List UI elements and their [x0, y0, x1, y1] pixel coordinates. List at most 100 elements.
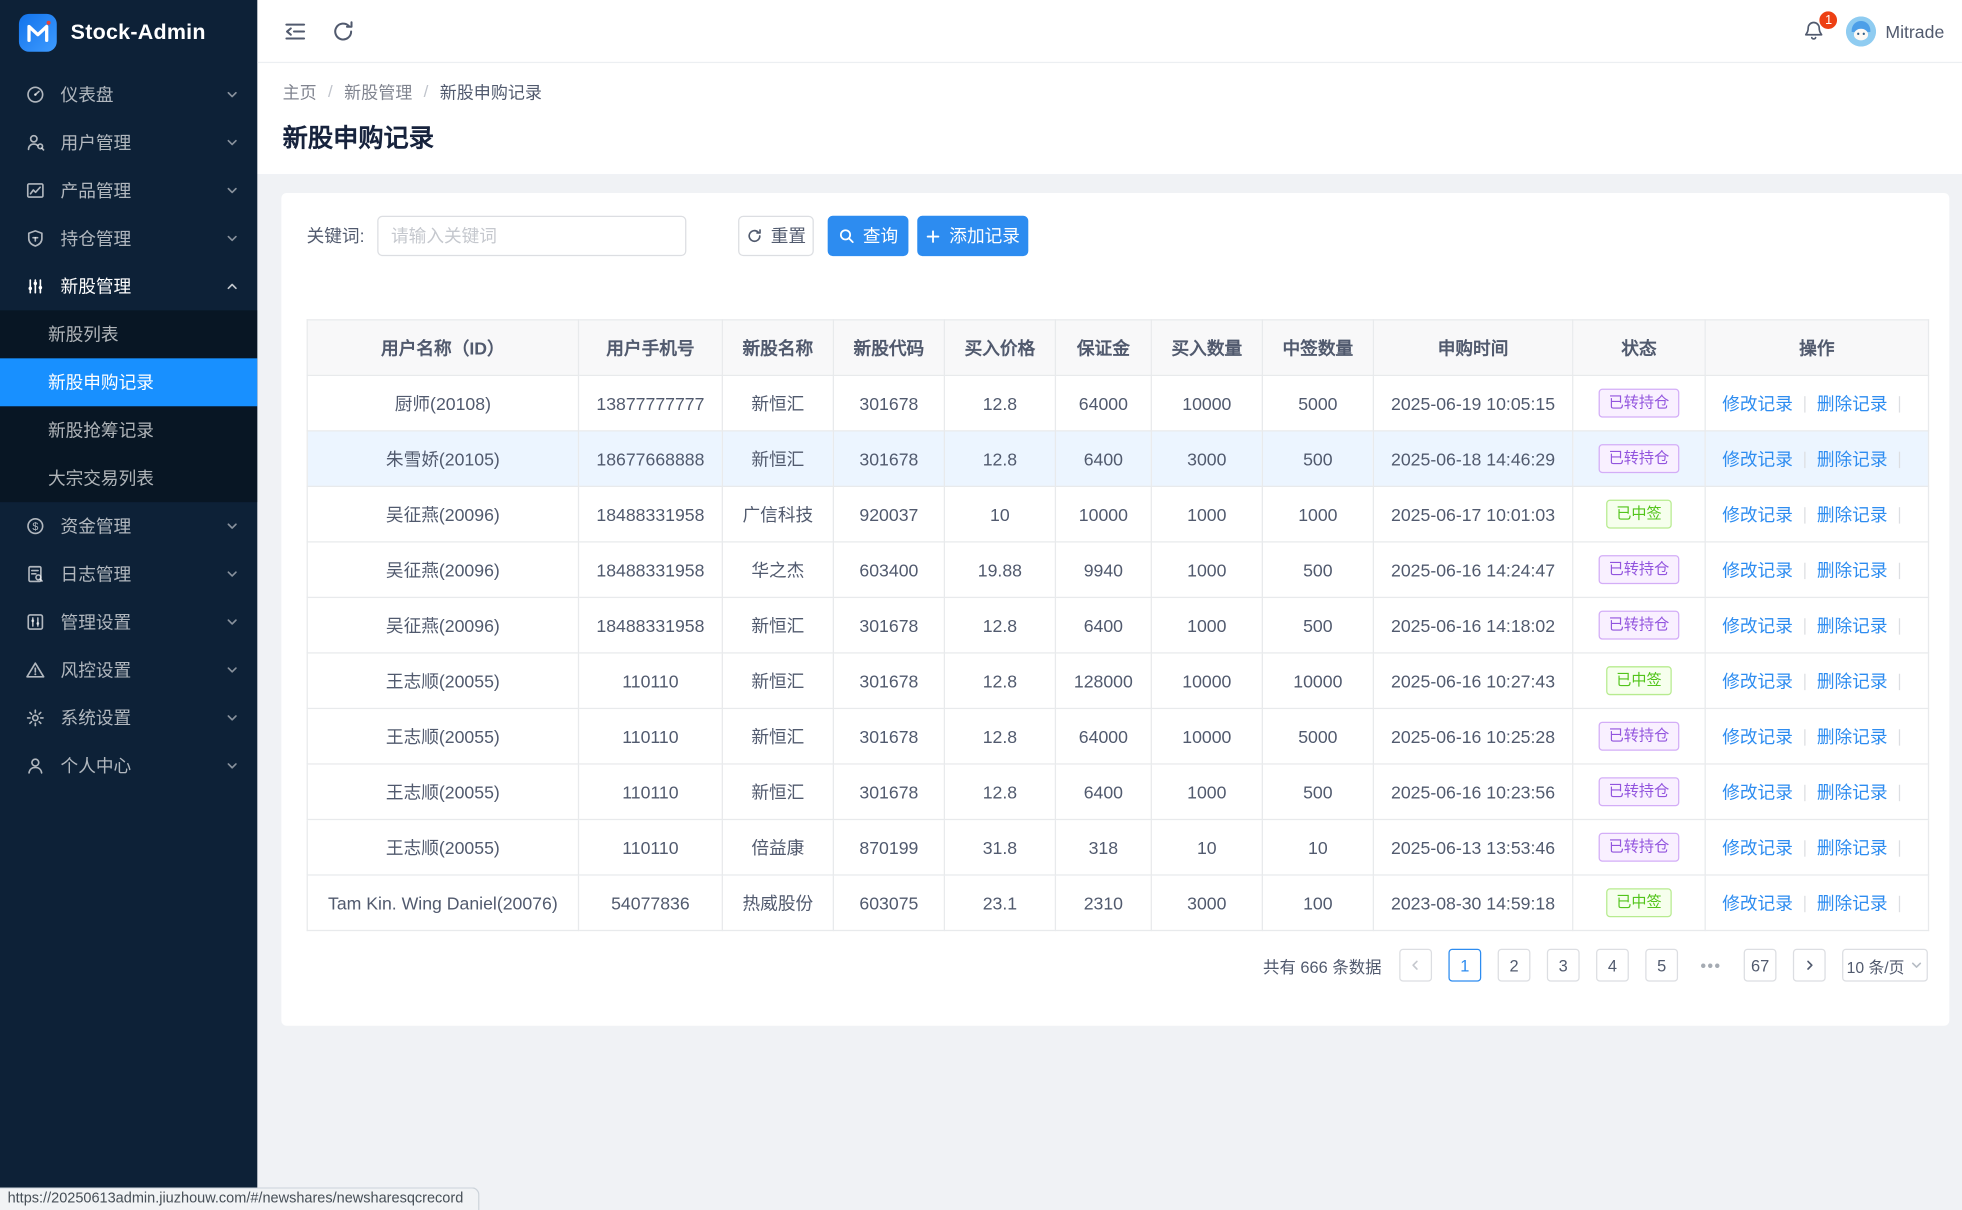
sidebar-item-system-settings[interactable]: 系统设置	[0, 694, 257, 742]
page-size-select[interactable]: 10 条/页	[1842, 949, 1928, 982]
chevron-down-icon	[226, 232, 239, 245]
status-badge: 已转持仓	[1599, 444, 1680, 474]
svg-text:$: $	[32, 521, 38, 533]
delete-record-link[interactable]: 删除记录	[1817, 893, 1888, 913]
cell-user: 吴征燕(20096)	[307, 597, 578, 653]
cell-code: 603075	[833, 875, 944, 931]
table-row: 吴征燕(20096)18488331958广信科技920037101000010…	[307, 486, 1928, 542]
delete-record-link[interactable]: 删除记录	[1817, 393, 1888, 413]
cell-time: 2025-06-13 13:53:46	[1373, 819, 1572, 875]
pagination-total: 共有 666 条数据	[1263, 953, 1382, 977]
cell-margin: 6400	[1055, 764, 1151, 820]
column-header: 新股代码	[833, 320, 944, 376]
pagination-page-5[interactable]: 5	[1645, 949, 1678, 982]
refresh-icon[interactable]	[331, 18, 356, 43]
sidebar-item-dashboard[interactable]: 仪表盘	[0, 71, 257, 119]
cell-user: 朱雪娇(20105)	[307, 431, 578, 487]
pagination-ellipsis[interactable]: •••	[1694, 949, 1727, 982]
sidebar-subitem[interactable]: 新股列表	[0, 310, 257, 358]
cell-actions: 修改记录 删除记录	[1705, 486, 1928, 542]
action-divider	[1804, 729, 1805, 745]
delete-record-link[interactable]: 删除记录	[1817, 782, 1888, 802]
edit-record-link[interactable]: 修改记录	[1722, 449, 1793, 469]
cell-code: 301678	[833, 708, 944, 764]
sidebar-item-funds[interactable]: $资金管理	[0, 502, 257, 550]
cell-status: 已转持仓	[1573, 764, 1705, 820]
viewport: Stock-Admin 仪表盘用户管理产品管理持仓管理新股管理新股列表新股申购记…	[0, 0, 1962, 1210]
cell-time: 2025-06-16 10:23:56	[1373, 764, 1572, 820]
breadcrumb-section[interactable]: 新股管理	[344, 78, 412, 103]
sidebar-item-products[interactable]: 产品管理	[0, 167, 257, 215]
reset-button[interactable]: 重置	[738, 216, 814, 256]
pagination-page-3[interactable]: 3	[1547, 949, 1580, 982]
sidebar-item-logs[interactable]: 日志管理	[0, 550, 257, 598]
sidebar-item-profile[interactable]: 个人中心	[0, 742, 257, 790]
sidebar-item-label: 用户管理	[61, 130, 226, 155]
logs-icon	[25, 564, 45, 584]
cell-win_qty: 5000	[1262, 375, 1373, 431]
app-logo[interactable]: Stock-Admin	[0, 0, 257, 66]
sidebar-item-positions[interactable]: 持仓管理	[0, 214, 257, 262]
admin-settings-icon	[25, 612, 45, 632]
keyword-input[interactable]	[377, 216, 686, 256]
delete-record-link[interactable]: 删除记录	[1817, 615, 1888, 635]
cell-buy_qty: 1000	[1151, 764, 1262, 820]
pagination-page-4[interactable]: 4	[1596, 949, 1629, 982]
column-header: 买入价格	[944, 320, 1055, 376]
sidebar-subitem[interactable]: 新股申购记录	[0, 358, 257, 406]
positions-icon	[25, 228, 45, 248]
edit-record-link[interactable]: 修改记录	[1722, 615, 1793, 635]
delete-record-link[interactable]: 删除记录	[1817, 449, 1888, 469]
pagination-page-2[interactable]: 2	[1498, 949, 1531, 982]
breadcrumb-home[interactable]: 主页	[283, 78, 317, 103]
cell-margin: 318	[1055, 819, 1151, 875]
pagination-prev-button[interactable]	[1399, 949, 1432, 982]
delete-record-link[interactable]: 删除记录	[1817, 671, 1888, 691]
avatar[interactable]	[1846, 16, 1876, 46]
sidebar-item-new-stock[interactable]: 新股管理	[0, 262, 257, 310]
cell-stock: 新恒汇	[722, 708, 833, 764]
edit-record-link[interactable]: 修改记录	[1722, 504, 1793, 524]
sidebar-item-risk[interactable]: 风控设置	[0, 646, 257, 694]
column-header: 操作	[1705, 320, 1928, 376]
cell-user: 王志顺(20055)	[307, 764, 578, 820]
cell-win_qty: 500	[1262, 431, 1373, 487]
edit-record-link[interactable]: 修改记录	[1722, 893, 1793, 913]
sidebar-subitem[interactable]: 新股抢筹记录	[0, 406, 257, 454]
column-header: 买入数量	[1151, 320, 1262, 376]
breadcrumb-separator: /	[424, 81, 429, 100]
pagination-next-button[interactable]	[1793, 949, 1826, 982]
sidebar-item-admin-settings[interactable]: 管理设置	[0, 598, 257, 646]
cell-code: 603400	[833, 542, 944, 598]
cell-status: 已转持仓	[1573, 375, 1705, 431]
edit-record-link[interactable]: 修改记录	[1722, 726, 1793, 746]
search-button[interactable]: 查询	[828, 216, 909, 256]
cell-code: 920037	[833, 486, 944, 542]
add-record-button[interactable]: 添加记录	[917, 216, 1028, 256]
pagination-page-67[interactable]: 67	[1744, 949, 1777, 982]
delete-record-link[interactable]: 删除记录	[1817, 560, 1888, 580]
notifications-button[interactable]: 1	[1802, 19, 1826, 43]
cell-price: 23.1	[944, 875, 1055, 931]
delete-record-link[interactable]: 删除记录	[1817, 726, 1888, 746]
edit-record-link[interactable]: 修改记录	[1722, 782, 1793, 802]
cell-stock: 新恒汇	[722, 653, 833, 709]
delete-record-link[interactable]: 删除记录	[1817, 504, 1888, 524]
user-name[interactable]: Mitrade	[1885, 21, 1944, 41]
edit-record-link[interactable]: 修改记录	[1722, 671, 1793, 691]
delete-record-link[interactable]: 删除记录	[1817, 837, 1888, 857]
page-size-label: 10 条/页	[1847, 953, 1905, 977]
edit-record-link[interactable]: 修改记录	[1722, 393, 1793, 413]
sidebar-item-users[interactable]: 用户管理	[0, 119, 257, 167]
menu-collapse-icon[interactable]	[283, 18, 308, 43]
sidebar-subitem[interactable]: 大宗交易列表	[0, 454, 257, 502]
edit-record-link[interactable]: 修改记录	[1722, 837, 1793, 857]
cell-stock: 倍益康	[722, 819, 833, 875]
chevron-down-icon	[226, 712, 239, 725]
status-badge: 已转持仓	[1599, 388, 1680, 418]
edit-record-link[interactable]: 修改记录	[1722, 560, 1793, 580]
cell-phone: 18488331958	[578, 542, 722, 598]
cell-actions: 修改记录 删除记录	[1705, 708, 1928, 764]
cell-margin: 2310	[1055, 875, 1151, 931]
pagination-page-1[interactable]: 1	[1448, 949, 1481, 982]
